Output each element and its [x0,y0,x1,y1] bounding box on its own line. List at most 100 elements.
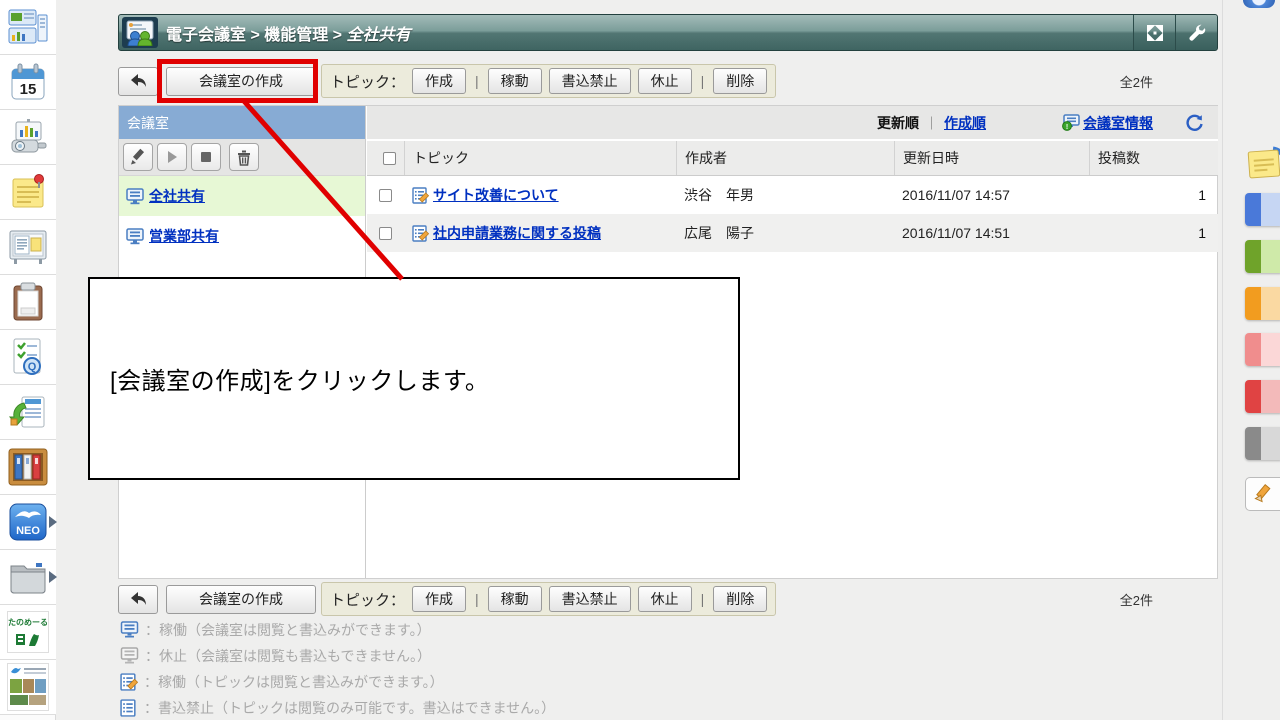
right-side-rail [1222,0,1280,720]
room-pane-title: 会議室 [119,106,365,139]
legend-text: ：書込禁止（トピックは閲覧のみ可能です。書込はできません。） [144,698,555,718]
trash-icon [236,149,252,166]
create-room-button[interactable]: 会議室の作成 [166,585,316,614]
room-delete-button[interactable] [229,143,259,171]
back-button[interactable] [118,67,158,96]
module-header: 電子会議室 > 機能管理 > 全社共有 [118,14,1218,51]
portal-icon [8,9,48,45]
rail-item-survey[interactable]: Q [0,330,56,385]
color-tab-gray[interactable] [1245,427,1280,460]
total-count: 全2件 [1120,72,1153,91]
folder-icon [8,560,48,594]
rail-item-bulletin-board[interactable] [0,220,56,275]
legend-item: ：休止（会議室は閲覧も書込もできません。） [120,646,431,666]
color-tab-orange[interactable] [1245,287,1280,320]
rail-item-clipboard[interactable] [0,275,56,330]
row-checkbox[interactable] [379,189,392,202]
room-edit-button[interactable] [123,143,153,171]
room-suspend-button[interactable] [191,143,221,171]
col-topic: トピック [404,141,676,175]
app-rail: 15 [0,0,56,720]
sticky-note-icon [1247,143,1280,183]
svg-text:Q: Q [28,361,37,373]
topic-link[interactable]: 社内申請業務に関する投稿 [433,223,601,243]
rail-item-folder[interactable] [0,550,56,605]
color-tab-red[interactable] [1245,380,1280,413]
room-item-eigyobu-kyoyu[interactable]: 営業部共有 [119,216,365,256]
color-tab-pink[interactable] [1245,333,1280,366]
bookshelf-icon [8,448,48,486]
circulation-icon [8,393,48,431]
rail-item-circulation[interactable] [0,385,56,440]
rail-item-portal[interactable] [0,0,56,55]
row-checkbox[interactable] [379,227,392,240]
rail-expand-arrow-icon[interactable] [49,516,57,528]
stop-icon [199,150,213,164]
room-item-zensha-kyoyu[interactable]: 全社共有 [119,176,365,216]
survey-icon: Q [10,337,46,377]
topic-actions-group: トピック： 作成 | 稼動 書込禁止 休止 | 削除 [321,64,776,98]
breadcrumb: 電子会議室 > 機能管理 > 全社共有 [166,21,411,45]
topic-create-button[interactable]: 作成 [412,68,466,94]
topic-row[interactable]: サイト改善について 渋谷 年男 2016/11/07 14:57 1 [367,176,1218,214]
room-link[interactable]: 営業部共有 [149,226,219,246]
rail-item-memo[interactable] [0,165,56,220]
legend-item: ：稼働（トピックは閲覧と書込みができます。） [120,672,444,692]
topic-row[interactable]: 社内申請業務に関する投稿 広尾 陽子 2016/11/07 14:51 1 [367,214,1218,252]
topic-group-label: トピック： [330,589,405,610]
legend-text: ：休止（会議室は閲覧も書込もできません。） [145,646,431,666]
wrench-icon [1187,23,1207,43]
create-room-label: 会議室の作成 [199,589,283,609]
topic-suspend-button[interactable]: 休止 [638,586,692,612]
settings-button[interactable] [1175,15,1217,50]
refresh-button[interactable] [1185,113,1204,132]
sticky-note-shortcut[interactable] [1247,143,1280,183]
expand-button[interactable] [1133,15,1175,50]
topic-activate-button[interactable]: 稼動 [488,68,542,94]
top-right-widget-icon[interactable] [1243,0,1275,8]
rail-item-projector[interactable] [0,110,56,165]
room-toolbar [119,139,365,176]
topic-create-button[interactable]: 作成 [412,586,466,612]
topic-link[interactable]: サイト改善について [433,185,559,205]
color-tab-blue[interactable] [1245,193,1280,226]
topic-nowrite-button[interactable]: 書込禁止 [549,68,631,94]
sort-by-updated[interactable]: 更新順 [877,113,919,133]
topic-delete-button[interactable]: 削除 [713,68,767,94]
tanomail-icon: たのめーる [7,611,49,653]
neo-label: NEO [16,525,40,537]
topic-readonly-icon [120,699,138,717]
monitor-active-icon [126,228,144,245]
rail-item-bookshelf[interactable] [0,440,56,495]
rail-item-neo[interactable]: NEO [0,495,56,550]
separator: | [699,591,707,607]
topic-nowrite-button[interactable]: 書込禁止 [549,586,631,612]
sort-by-created-link[interactable]: 作成順 [944,113,986,133]
color-tab-green[interactable] [1245,240,1280,273]
room-activate-button[interactable] [157,143,187,171]
topic-author: 渋谷 年男 [676,185,894,205]
rail-item-calendar[interactable]: 15 [0,55,56,110]
select-all-checkbox[interactable] [383,152,396,165]
svg-text:!: ! [1066,124,1068,131]
expand-icon [1145,23,1165,43]
rail-expand-arrow-icon[interactable] [49,571,57,583]
neo-app-icon: NEO [9,503,47,541]
topic-activate-button[interactable]: 稼動 [488,586,542,612]
topic-actions-group: トピック： 作成 | 稼動 書込禁止 休止 | 削除 [321,582,776,616]
sort-bar: 更新順 ｜ 作成順 ! 会議室情報 [367,106,1218,139]
memo-icon [9,173,47,211]
room-link[interactable]: 全社共有 [149,186,205,206]
svg-text:15: 15 [20,81,37,98]
topic-active-icon [412,225,429,242]
back-button[interactable] [118,585,158,614]
banner-ad [7,663,49,711]
topic-updated: 2016/11/07 14:57 [894,187,1089,203]
topic-delete-button[interactable]: 削除 [713,586,767,612]
topic-suspend-button[interactable]: 休止 [638,68,692,94]
room-info-link[interactable]: ! 会議室情報 [1061,113,1153,133]
projector-icon [8,118,48,156]
rail-item-tanomail[interactable]: たのめーる [0,605,56,660]
edit-pencil-button[interactable] [1245,477,1280,511]
rail-item-banner[interactable] [0,660,56,715]
